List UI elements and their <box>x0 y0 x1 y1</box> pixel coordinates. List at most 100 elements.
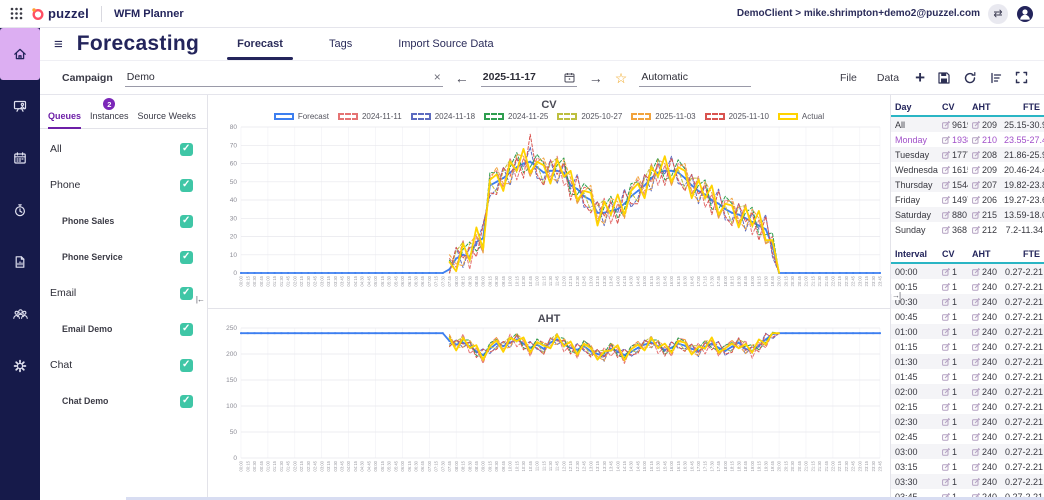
edit-icon[interactable] <box>972 298 980 306</box>
aht-cell[interactable]: 240 <box>968 444 1000 459</box>
edit-icon[interactable] <box>972 283 980 291</box>
edit-icon[interactable] <box>972 226 980 234</box>
aht-cell[interactable]: 240 <box>968 459 1000 474</box>
sidebar-item-time[interactable] <box>0 184 40 236</box>
edit-icon[interactable] <box>942 166 950 174</box>
aht-cell[interactable]: 209 <box>968 162 1000 177</box>
refresh-button[interactable] <box>963 71 977 85</box>
aht-cell[interactable]: 208 <box>968 147 1000 162</box>
queue-checkbox[interactable] <box>180 179 193 192</box>
edit-icon[interactable] <box>972 268 980 276</box>
edit-icon[interactable] <box>942 328 950 336</box>
legend-item-2025-11-03[interactable]: 2025-11-03 <box>631 112 695 121</box>
cv-cell[interactable]: 1 <box>938 309 968 324</box>
queue-checkbox[interactable] <box>180 395 193 408</box>
tab-source-weeks[interactable]: Source Weeks <box>138 111 196 128</box>
aht-cell[interactable]: 240 <box>968 429 1000 444</box>
edit-icon[interactable] <box>972 463 980 471</box>
edit-icon[interactable] <box>942 211 950 219</box>
cv-cell[interactable]: 1 <box>938 384 968 399</box>
queue-checkbox[interactable] <box>180 359 193 372</box>
app-grid-icon[interactable] <box>10 7 23 20</box>
edit-icon[interactable] <box>972 196 980 204</box>
edit-icon[interactable] <box>972 328 980 336</box>
edit-icon[interactable] <box>942 298 950 306</box>
edit-icon[interactable] <box>942 343 950 351</box>
edit-icon[interactable] <box>972 136 980 144</box>
sidebar-item-planning[interactable] <box>0 80 40 132</box>
aht-cell[interactable]: 240 <box>968 384 1000 399</box>
edit-icon[interactable] <box>942 313 950 321</box>
edit-icon[interactable] <box>972 433 980 441</box>
cv-cell[interactable]: 1 <box>938 324 968 339</box>
edit-icon[interactable] <box>972 478 980 486</box>
aht-cell[interactable]: 240 <box>968 339 1000 354</box>
aht-chart-plot[interactable]: 05010015020025000:0000:1500:3000:4501:00… <box>208 324 888 500</box>
edit-icon[interactable] <box>942 181 950 189</box>
aht-cell[interactable]: 240 <box>968 414 1000 429</box>
cv-cell[interactable]: 1 <box>938 294 968 309</box>
sidebar-item-calendar[interactable] <box>0 132 40 184</box>
legend-item-2024-11-18[interactable]: 2024-11-18 <box>411 112 475 121</box>
legend-item-forecast[interactable]: Forecast <box>274 112 329 121</box>
user-avatar-icon[interactable] <box>1016 5 1034 23</box>
data-menu[interactable]: Data <box>873 72 903 84</box>
queue-item-chat[interactable]: Chat <box>40 347 207 383</box>
day-cv-header[interactable]: CV <box>938 99 968 116</box>
edit-icon[interactable] <box>972 358 980 366</box>
edit-icon[interactable] <box>942 478 950 486</box>
day-fte-header[interactable]: FTE <box>1000 99 1044 116</box>
next-week-button[interactable]: → <box>589 71 603 85</box>
edit-icon[interactable] <box>972 448 980 456</box>
queue-checkbox[interactable] <box>180 215 193 228</box>
queue-item-all[interactable]: All <box>40 131 207 167</box>
switch-account-icon[interactable]: ⇄ <box>988 4 1008 24</box>
tab-forecast[interactable]: Forecast <box>233 28 287 60</box>
aht-cell[interactable]: 209 <box>968 116 1000 132</box>
tab-tags[interactable]: Tags <box>325 28 356 60</box>
menu-icon[interactable]: ≡ <box>54 36 63 53</box>
queue-item-phone-sales[interactable]: Phone Sales <box>40 203 207 239</box>
edit-icon[interactable] <box>972 211 980 219</box>
aht-cell[interactable]: 207 <box>968 177 1000 192</box>
aht-cell[interactable]: 240 <box>968 279 1000 294</box>
aht-cell[interactable]: 240 <box>968 399 1000 414</box>
aht-cell[interactable]: 206 <box>968 192 1000 207</box>
edit-icon[interactable] <box>972 343 980 351</box>
edit-icon[interactable] <box>942 196 950 204</box>
queue-checkbox[interactable] <box>180 323 193 336</box>
day-aht-header[interactable]: AHT <box>968 99 1000 116</box>
cv-cell[interactable]: 1 <box>938 279 968 294</box>
edit-icon[interactable] <box>972 181 980 189</box>
clear-campaign-icon[interactable]: × <box>434 71 441 83</box>
forecast-mode-input[interactable]: Automatic <box>639 69 751 87</box>
edit-icon[interactable] <box>972 388 980 396</box>
aht-cell[interactable]: 240 <box>968 309 1000 324</box>
cv-cell[interactable]: 9619 <box>938 116 968 132</box>
edit-icon[interactable] <box>972 418 980 426</box>
aht-cell[interactable]: 215 <box>968 207 1000 222</box>
cv-cell[interactable]: 1938 <box>938 132 968 147</box>
file-menu[interactable]: File <box>836 72 861 84</box>
cv-cell[interactable]: 1 <box>938 429 968 444</box>
add-button[interactable]: + <box>915 69 925 86</box>
edit-icon[interactable] <box>942 463 950 471</box>
campaign-input[interactable]: Demo × <box>125 69 443 87</box>
aht-cell[interactable]: 240 <box>968 263 1000 279</box>
cv-cell[interactable]: 1 <box>938 414 968 429</box>
cv-cell[interactable]: 1 <box>938 263 968 279</box>
save-button[interactable] <box>937 71 951 85</box>
collapse-right-panel-icon[interactable]: →| <box>892 291 900 300</box>
sidebar-item-settings[interactable] <box>0 340 40 392</box>
edit-icon[interactable] <box>942 121 950 129</box>
chart-view-button[interactable] <box>989 71 1003 85</box>
edit-icon[interactable] <box>972 121 980 129</box>
legend-item-actual[interactable]: Actual <box>778 112 824 121</box>
edit-icon[interactable] <box>942 358 950 366</box>
queue-checkbox[interactable] <box>180 143 193 156</box>
cv-chart-plot[interactable]: 0102030405060708000:0000:1500:3000:4501:… <box>208 123 888 309</box>
edit-icon[interactable] <box>942 151 950 159</box>
cv-cell[interactable]: 1 <box>938 339 968 354</box>
aht-cell[interactable]: 212 <box>968 222 1000 237</box>
account-breadcrumb[interactable]: DemoClient > mike.shrimpton+demo2@puzzel… <box>737 8 980 19</box>
